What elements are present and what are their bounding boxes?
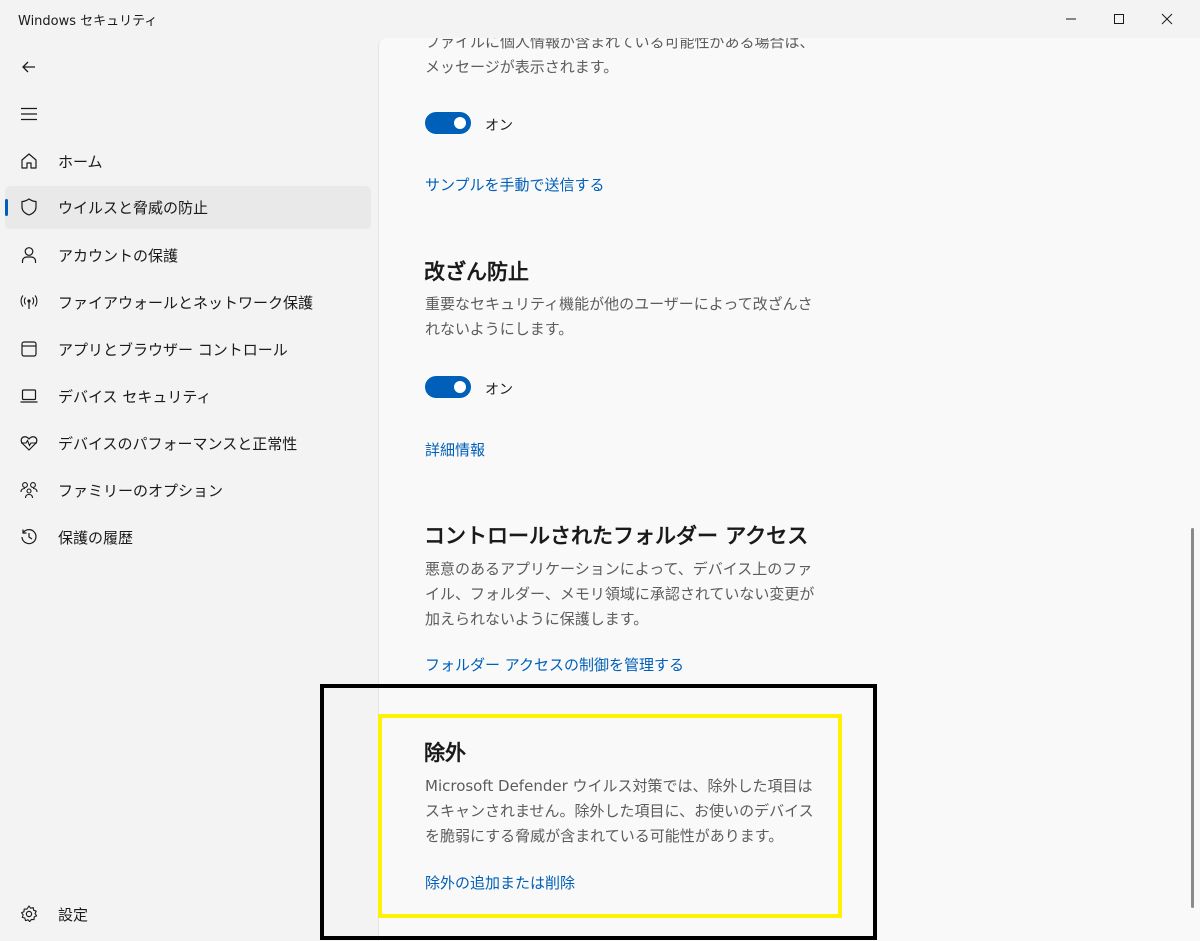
- tamper-protection-title: 改ざん防止: [424, 260, 529, 284]
- sidebar-item-settings[interactable]: 設定: [5, 893, 371, 936]
- sidebar-item-label: アプリとブラウザー コントロール: [58, 341, 288, 359]
- manage-controlled-folder-access-link[interactable]: フォルダー アクセスの制御を管理する: [425, 654, 684, 675]
- sample-submission-toggle-label: オン: [485, 118, 513, 134]
- learn-more-link[interactable]: 詳細情報: [425, 439, 485, 460]
- sidebar-item-firewall[interactable]: ファイアウォールとネットワーク保護: [5, 281, 371, 324]
- heart-pulse-icon: [20, 436, 38, 451]
- tamper-protection-toggle[interactable]: [425, 376, 471, 398]
- sample-submission-toggle[interactable]: [425, 112, 471, 134]
- minimize-icon: [1066, 18, 1076, 20]
- sidebar-item-account-protection[interactable]: アカウントの保護: [5, 234, 371, 277]
- sidebar-item-device-security[interactable]: デバイス セキュリティ: [5, 375, 371, 418]
- title-bar: Windows セキュリティ: [0, 0, 1200, 38]
- controlled-folder-access-title: コントロールされたフォルダー アクセス: [424, 524, 809, 548]
- tamper-protection-toggle-label: オン: [485, 382, 513, 398]
- menu-button[interactable]: [10, 95, 48, 133]
- sidebar-item-label: ファイアウォールとネットワーク保護: [58, 294, 314, 312]
- sidebar-item-label: ホーム: [58, 153, 103, 171]
- sample-submission-description: ファイルに個人情報が含まれている可能性がある場合は、メッセージが表示されます。: [425, 38, 815, 76]
- vertical-scrollbar[interactable]: [1191, 528, 1194, 908]
- back-arrow-icon: [22, 61, 35, 73]
- home-icon: [21, 153, 37, 169]
- sidebar-item-device-health[interactable]: デバイスのパフォーマンスと正常性: [5, 422, 371, 465]
- submit-sample-link[interactable]: サンプルを手動で送信する: [425, 174, 605, 195]
- controlled-folder-access-description: 悪意のあるアプリケーションによって、デバイス上のファイル、フォルダー、メモリ領域…: [425, 560, 815, 628]
- sidebar-item-virus-protection[interactable]: ウイルスと脅威の防止: [5, 186, 371, 229]
- laptop-icon: [20, 389, 38, 403]
- sidebar-item-family-options[interactable]: ファミリーのオプション: [5, 469, 371, 512]
- back-button[interactable]: [10, 48, 48, 86]
- app-window-icon: [21, 341, 37, 357]
- sidebar-item-label: アカウントの保護: [58, 247, 179, 265]
- sidebar-item-app-browser-control[interactable]: アプリとブラウザー コントロール: [5, 328, 371, 371]
- minimize-button[interactable]: [1048, 0, 1094, 38]
- sidebar-item-label: デバイス セキュリティ: [58, 388, 212, 406]
- close-icon: [1161, 13, 1173, 25]
- sidebar-item-label: 保護の履歴: [58, 529, 134, 547]
- history-icon: [21, 529, 37, 545]
- toggle-knob: [454, 117, 466, 129]
- sidebar-item-home[interactable]: ホーム: [5, 140, 371, 183]
- annotation-highlight-frame: [378, 714, 842, 918]
- family-icon: [20, 482, 38, 499]
- sidebar-item-label: デバイスのパフォーマンスと正常性: [58, 435, 298, 453]
- person-icon: [21, 247, 37, 263]
- gear-icon: [21, 905, 38, 923]
- close-button[interactable]: [1144, 0, 1190, 38]
- sidebar-item-label: 設定: [58, 906, 89, 924]
- sidebar-item-label: ファミリーのオプション: [58, 482, 224, 500]
- shield-icon: [21, 198, 37, 216]
- sidebar-item-label: ウイルスと脅威の防止: [58, 199, 209, 217]
- app-title: Windows セキュリティ: [18, 14, 158, 29]
- selection-indicator: [5, 199, 8, 216]
- toggle-knob: [454, 381, 466, 393]
- maximize-icon: [1114, 14, 1124, 24]
- maximize-button[interactable]: [1096, 0, 1142, 38]
- sidebar-item-protection-history[interactable]: 保護の履歴: [5, 516, 371, 559]
- tamper-protection-description: 重要なセキュリティ機能が他のユーザーによって改ざんされないようにします。: [425, 295, 813, 338]
- hamburger-menu-icon: [21, 107, 37, 121]
- antenna-icon: [20, 295, 38, 309]
